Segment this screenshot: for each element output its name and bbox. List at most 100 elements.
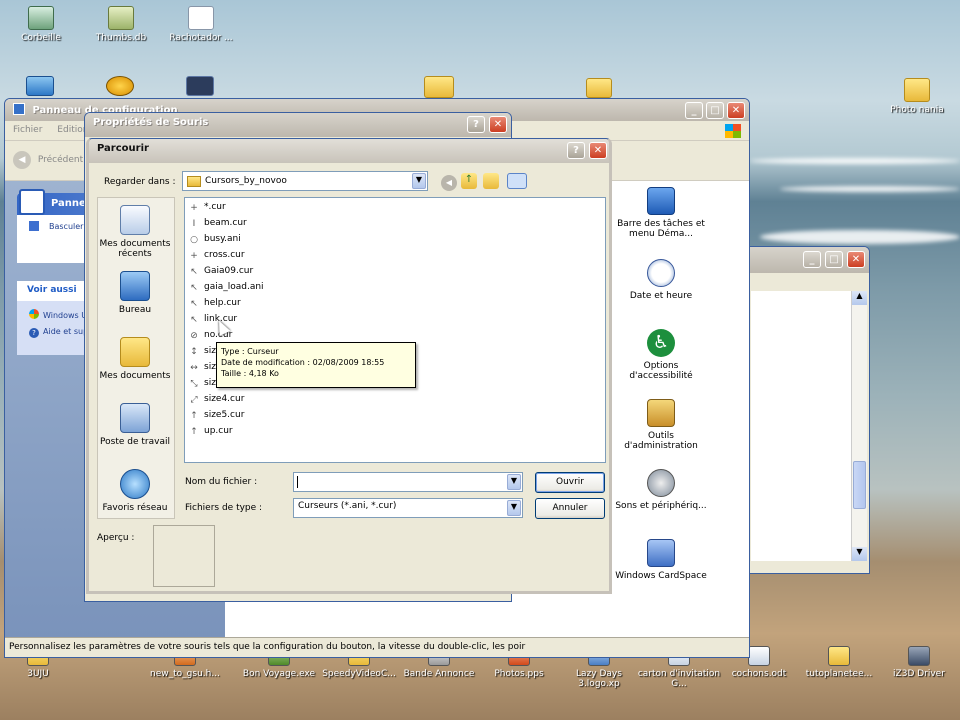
cursor-file-icon: ↖ [190, 315, 198, 325]
windows-logo-icon [725, 124, 741, 138]
admin-tools-icon [647, 399, 675, 427]
place-my-computer[interactable]: Poste de travail [97, 403, 173, 447]
file-item[interactable]: + *.cur [189, 202, 226, 218]
up-folder-icon[interactable]: ↑ [461, 173, 477, 189]
recent-documents-icon [120, 205, 150, 235]
browse-dialog-titlebar: Parcourir [89, 139, 609, 163]
close-button[interactable]: ✕ [589, 142, 607, 159]
new-folder-icon[interactable] [483, 173, 499, 189]
desktop-icon-photo-nania[interactable]: Photo nania [872, 78, 960, 115]
help-button[interactable]: ? [467, 116, 485, 133]
speaker-icon [647, 469, 675, 497]
desktop-icon-bottom[interactable]: iZ3D Driver [876, 646, 960, 679]
file-item[interactable]: ○ busy.ani [189, 234, 241, 250]
background-window-content [751, 291, 851, 561]
maximize-button[interactable]: □ [706, 102, 724, 119]
file-item[interactable]: ⤢ size4.cur [189, 394, 244, 410]
my-documents-icon [120, 337, 150, 367]
chevron-down-icon[interactable]: ▼ [507, 500, 521, 516]
cursor-file-icon: ↔ [190, 363, 198, 373]
chevron-down-icon[interactable]: ▼ [412, 173, 426, 189]
cursor-file-icon: ↖ [190, 267, 198, 277]
desktop-icon-audio[interactable]: Rachotador ... [156, 6, 246, 43]
cursor-file-icon: + [190, 203, 198, 213]
file-name: cross.cur [204, 250, 245, 260]
back-arrow-icon: ◀ [13, 151, 31, 169]
file-item[interactable]: ↑ size5.cur [189, 410, 244, 426]
close-button[interactable]: ✕ [489, 116, 507, 133]
cursor-file-icon: ⤢ [190, 395, 198, 405]
filetype-label: Fichiers de type : [185, 503, 263, 513]
minimize-button[interactable]: _ [685, 102, 703, 119]
place-recent[interactable]: Mes documents récents [97, 205, 173, 259]
cursor-file-icon: ⊘ [190, 331, 198, 341]
cancel-button[interactable]: Annuler [535, 498, 605, 519]
switch-view-icon [29, 221, 39, 231]
tooltip-size: Taille : 4,18 Ko [221, 369, 279, 378]
filename-input[interactable]: ▼ [293, 472, 523, 492]
cursor-file-icon: ⤡ [190, 379, 198, 389]
driver-icon [908, 646, 930, 666]
look-in-select[interactable]: Cursors_by_novoo ▼ [182, 171, 428, 191]
back-icon[interactable]: ◀ [441, 175, 457, 191]
cp-icon-cardspace[interactable]: Windows CardSpace [611, 539, 711, 581]
open-button[interactable]: Ouvrir [535, 472, 605, 493]
cursor-file-icon: ↖ [190, 299, 198, 309]
view-menu-icon[interactable] [507, 173, 527, 189]
place-desktop[interactable]: Bureau [97, 271, 173, 315]
close-button[interactable]: ✕ [727, 102, 745, 119]
place-my-documents[interactable]: Mes documents [97, 337, 173, 381]
file-item[interactable]: + cross.cur [189, 250, 245, 266]
file-tooltip: Type : Curseur Date de modification : 02… [216, 342, 416, 388]
desktop-icon-thumbs[interactable]: Thumbs.db [76, 6, 166, 43]
cardspace-icon [647, 539, 675, 567]
file-item[interactable]: ↖ Gaia09.cur [189, 266, 253, 282]
folder-icon [828, 646, 850, 666]
cp-icon-sounds[interactable]: Sons et périphériq... [611, 469, 711, 511]
folder-icon [187, 176, 201, 187]
minimize-button[interactable]: _ [803, 251, 821, 268]
after-effects-icon [186, 76, 214, 96]
scroll-thumb[interactable] [853, 461, 866, 509]
filetype-select[interactable]: Curseurs (*.ani, *.cur) ▼ [293, 498, 523, 518]
computer-icon [120, 403, 150, 433]
help-button[interactable]: ? [567, 142, 585, 159]
file-name: *.cur [204, 202, 226, 212]
file-list[interactable]: + *.cur Ibeam.cur ○ busy.ani + cross.cur ↖ Gaia0… [184, 197, 606, 463]
folder-icon [904, 78, 930, 102]
file-item[interactable]: ↖ gaia_load.ani [189, 282, 263, 298]
tooltip-type: Type : Curseur [221, 347, 279, 356]
filename-label: Nom du fichier : [185, 477, 258, 487]
file-item[interactable]: Ibeam.cur [189, 218, 247, 234]
wave [780, 186, 960, 192]
file-name: up.cur [204, 426, 233, 436]
text-cursor [297, 476, 298, 488]
file-item[interactable]: ↖ help.cur [189, 298, 241, 314]
see-also-help[interactable]: ?Aide et support [29, 327, 89, 338]
scroll-down-arrow[interactable]: ▼ [852, 547, 867, 561]
desktop-icon-recycle-bin[interactable]: Corbeille [0, 6, 86, 43]
scrollbar[interactable]: ▲ ▼ [851, 291, 867, 561]
see-also-windows-update[interactable]: Windows Update [29, 309, 89, 320]
back-button[interactable]: ◀ Précédent [13, 151, 83, 169]
network-icon [120, 469, 150, 499]
cp-icon-accessibility[interactable]: ♿ Options d'accessibilité [611, 329, 711, 381]
menu-fichier[interactable]: Fichier [13, 125, 42, 135]
scroll-up-arrow[interactable]: ▲ [852, 291, 867, 305]
cursor-file-icon: ○ [190, 235, 198, 245]
file-name: help.cur [204, 298, 241, 308]
file-name: size5.cur [204, 410, 245, 420]
place-network[interactable]: Favoris réseau [97, 469, 173, 513]
file-item[interactable]: ↑ up.cur [189, 426, 233, 442]
file-name: size4.cur [204, 394, 245, 404]
wave [760, 230, 960, 244]
cp-icon-admin-tools[interactable]: Outils d'administration [611, 399, 711, 451]
cp-icon-taskbar[interactable]: Barre des tâches et menu Déma... [611, 187, 711, 239]
cp-icon-date-time[interactable]: Date et heure [611, 259, 711, 301]
desktop-icon-bottom[interactable]: tutoplanetee... [796, 646, 882, 679]
maximize-button[interactable]: □ [825, 251, 843, 268]
chevron-down-icon[interactable]: ▼ [507, 474, 521, 490]
cursor-file-icon: ↑ [190, 427, 198, 437]
close-button[interactable]: ✕ [847, 251, 865, 268]
file-name: busy.ani [204, 234, 241, 244]
